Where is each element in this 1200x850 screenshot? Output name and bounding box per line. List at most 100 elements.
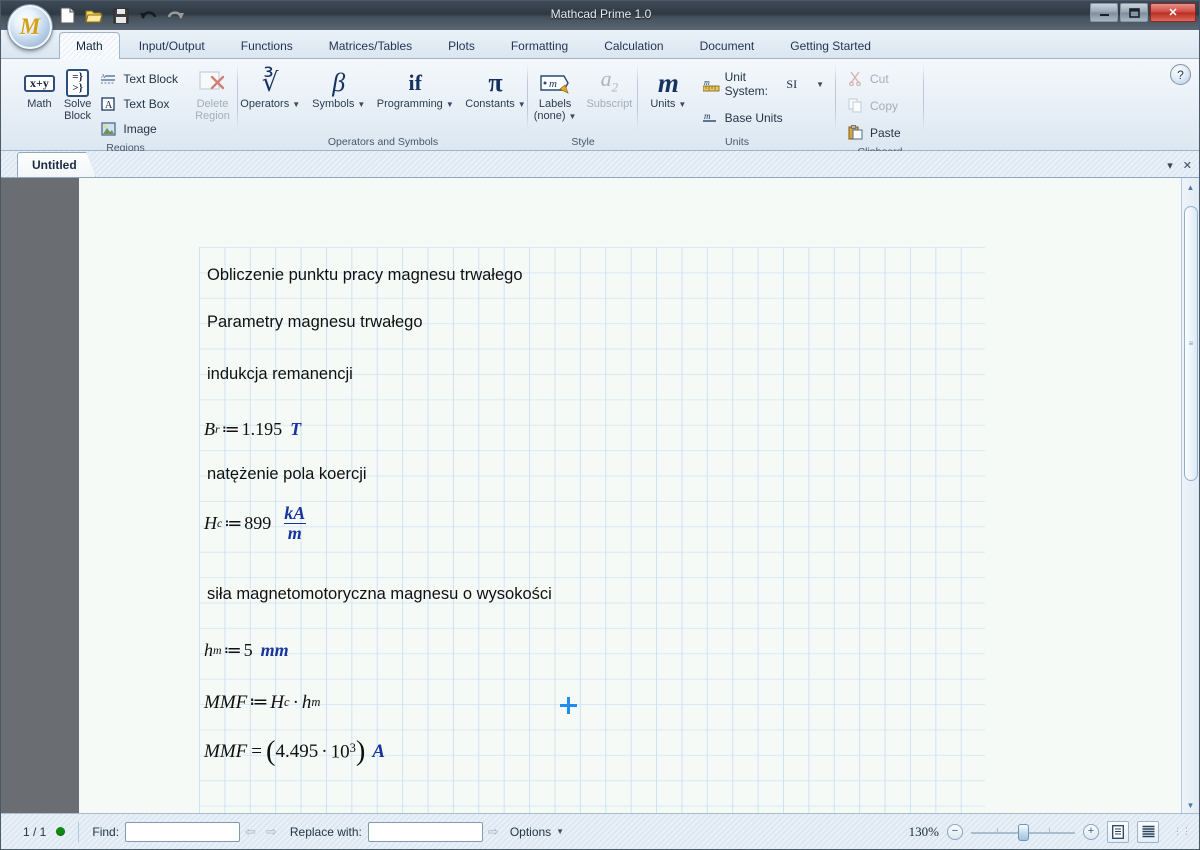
- crosshair-cursor: [560, 697, 577, 714]
- copy-label: Copy: [870, 98, 899, 113]
- region-hm-definition[interactable]: h m ≔ 5 mm: [204, 640, 289, 661]
- operators-button[interactable]: ∛ Operators ▼: [237, 64, 303, 115]
- unit-system-label: Unit System:: [724, 70, 768, 98]
- zoom-slider[interactable]: [971, 823, 1075, 841]
- region-coercivity-label[interactable]: natężenie pola koercji: [207, 465, 367, 484]
- base-units-label: Base Units: [724, 110, 783, 125]
- replace-input[interactable]: [367, 821, 483, 842]
- document-tab-controls: ▾ ✕: [1167, 159, 1199, 177]
- region-remanence-label[interactable]: indukcja remanencji: [207, 365, 353, 384]
- programming-button[interactable]: if Programming ▼: [374, 64, 456, 115]
- tab-calculation[interactable]: Calculation: [587, 32, 680, 58]
- zoom-slider-thumb[interactable]: [1018, 823, 1029, 841]
- constants-dropdown-arrow[interactable]: ▼: [518, 100, 526, 109]
- tab-document[interactable]: Document: [683, 32, 772, 58]
- maximize-button[interactable]: [1120, 3, 1148, 22]
- symbols-dropdown-arrow[interactable]: ▼: [357, 100, 365, 109]
- units-button[interactable]: m Units ▼: [646, 64, 691, 115]
- close-document-icon[interactable]: ✕: [1183, 159, 1192, 172]
- document-tab-untitled[interactable]: Untitled: [17, 152, 96, 177]
- tab-plots[interactable]: Plots: [431, 32, 492, 58]
- replace-label: Replace with:: [289, 824, 362, 839]
- tab-functions[interactable]: Functions: [224, 32, 310, 58]
- scroll-up-icon[interactable]: ▲: [1182, 179, 1199, 196]
- chevron-down-icon[interactable]: ▾: [1167, 159, 1173, 172]
- save-document-icon[interactable]: [111, 6, 131, 26]
- page-view-button[interactable]: [1107, 820, 1129, 843]
- find-input[interactable]: [125, 821, 241, 842]
- math-region-button[interactable]: x+y Math: [21, 64, 58, 114]
- region-MMF-definition[interactable]: MMF ≔ Hc · h m: [204, 691, 320, 714]
- if-keyword-icon: if: [408, 70, 422, 95]
- text-box-button[interactable]: A Text Box: [97, 92, 185, 115]
- Br-unit: T: [290, 419, 302, 439]
- units-dropdown-arrow[interactable]: ▼: [678, 100, 686, 109]
- zoom-in-button[interactable]: +: [1083, 823, 1099, 840]
- redo-icon: [165, 6, 185, 26]
- worksheet-regions: Obliczenie punktu pracy magnesu trwałego…: [79, 178, 1183, 815]
- paste-label: Paste: [870, 125, 901, 140]
- region-mmf-label[interactable]: siła magnetomotoryczna magnesu o wysokoś…: [207, 585, 552, 604]
- tab-math[interactable]: Math: [59, 32, 120, 59]
- tab-input-output[interactable]: Input/Output: [122, 32, 222, 58]
- subscript-button: a2 Subscript: [583, 64, 635, 114]
- paste-button[interactable]: Paste: [844, 121, 908, 144]
- scissors-icon: [847, 70, 864, 87]
- scroll-down-icon[interactable]: ▼: [1182, 797, 1199, 814]
- find-options-label[interactable]: Options: [510, 825, 551, 839]
- resize-grip-icon[interactable]: ⋮⋮: [1173, 827, 1191, 836]
- constants-label: Constants: [465, 98, 515, 110]
- Hc-unit-numerator: kA: [284, 503, 306, 523]
- text-box-icon: A: [100, 95, 117, 112]
- subscript-icon: a2: [600, 65, 619, 95]
- new-document-icon[interactable]: [57, 6, 77, 26]
- operators-dropdown-arrow[interactable]: ▼: [292, 100, 300, 109]
- undo-icon[interactable]: [138, 6, 158, 26]
- label-tag-icon: m: [538, 68, 572, 98]
- zoom-out-button[interactable]: −: [947, 823, 963, 840]
- tab-getting-started[interactable]: Getting Started: [773, 32, 888, 58]
- vertical-scrollbar[interactable]: ▲ ≡ ▼: [1181, 178, 1199, 815]
- find-next-icon[interactable]: ⇨: [266, 824, 277, 840]
- find-label: Find:: [92, 824, 120, 839]
- text-block-button[interactable]: A Text Block: [97, 67, 185, 90]
- base-units-icon: m: [702, 109, 719, 126]
- symbols-button[interactable]: β Symbols ▼: [309, 64, 368, 115]
- scrollbar-thumb[interactable]: ≡: [1184, 206, 1198, 481]
- math-region-icon: x+y: [24, 68, 55, 98]
- labels-button[interactable]: m Labels (none) ▼: [531, 64, 580, 127]
- worksheet-workspace[interactable]: Obliczenie punktu pracy magnesu trwałego…: [1, 178, 1199, 815]
- minimize-button[interactable]: [1090, 3, 1118, 22]
- draft-view-button[interactable]: [1137, 820, 1159, 843]
- application-menu-orb[interactable]: M: [8, 5, 52, 49]
- unit-system-dropdown-arrow[interactable]: ▼: [816, 80, 824, 89]
- open-document-icon[interactable]: [84, 6, 104, 26]
- tab-formatting[interactable]: Formatting: [494, 32, 585, 58]
- find-previous-icon[interactable]: ⇦: [245, 824, 256, 840]
- ribbon-group-operators-symbols: ∛ Operators ▼ β Symbols ▼ if Programming ▼ …: [238, 59, 528, 150]
- help-icon[interactable]: ?: [1170, 64, 1191, 85]
- region-Br-definition[interactable]: Br ≔ 1.195 T: [204, 419, 301, 440]
- worksheet-page[interactable]: Obliczenie punktu pracy magnesu trwałego…: [79, 178, 1183, 815]
- close-button[interactable]: ✕: [1150, 3, 1196, 22]
- base-units-button[interactable]: m Base Units: [699, 106, 828, 129]
- region-title-text[interactable]: Obliczenie punktu pracy magnesu trwałego: [207, 266, 523, 285]
- region-params-heading[interactable]: Parametry magnesu trwałego: [207, 313, 423, 332]
- solve-block-label: Solve Block: [63, 98, 92, 122]
- tab-matrices-tables[interactable]: Matrices/Tables: [312, 32, 429, 58]
- text-block-label: Text Block: [123, 71, 179, 86]
- image-button[interactable]: Image: [97, 117, 185, 140]
- constants-button[interactable]: π Constants ▼: [462, 64, 528, 115]
- solve-block-button[interactable]: =} >} Solve Block: [61, 64, 95, 126]
- region-MMF-result[interactable]: MMF =(4.495 · 103) A: [204, 736, 385, 768]
- zoom-level-label: 130%: [908, 823, 939, 839]
- region-Hc-definition[interactable]: Hc ≔ 899 kA m: [204, 504, 311, 543]
- unit-system-selector[interactable]: m Unit System: SI ▼: [699, 67, 828, 101]
- Hc-unit-denominator: m: [283, 522, 306, 543]
- Hc-unit-fraction: kA m: [280, 504, 309, 543]
- programming-dropdown-arrow[interactable]: ▼: [446, 100, 454, 109]
- find-options-dropdown-arrow[interactable]: ▼: [556, 827, 564, 836]
- replace-next-icon[interactable]: ⇨: [488, 824, 499, 840]
- delete-region-button: Delete Region: [192, 64, 233, 126]
- labels-dropdown-arrow[interactable]: ▼: [569, 112, 577, 121]
